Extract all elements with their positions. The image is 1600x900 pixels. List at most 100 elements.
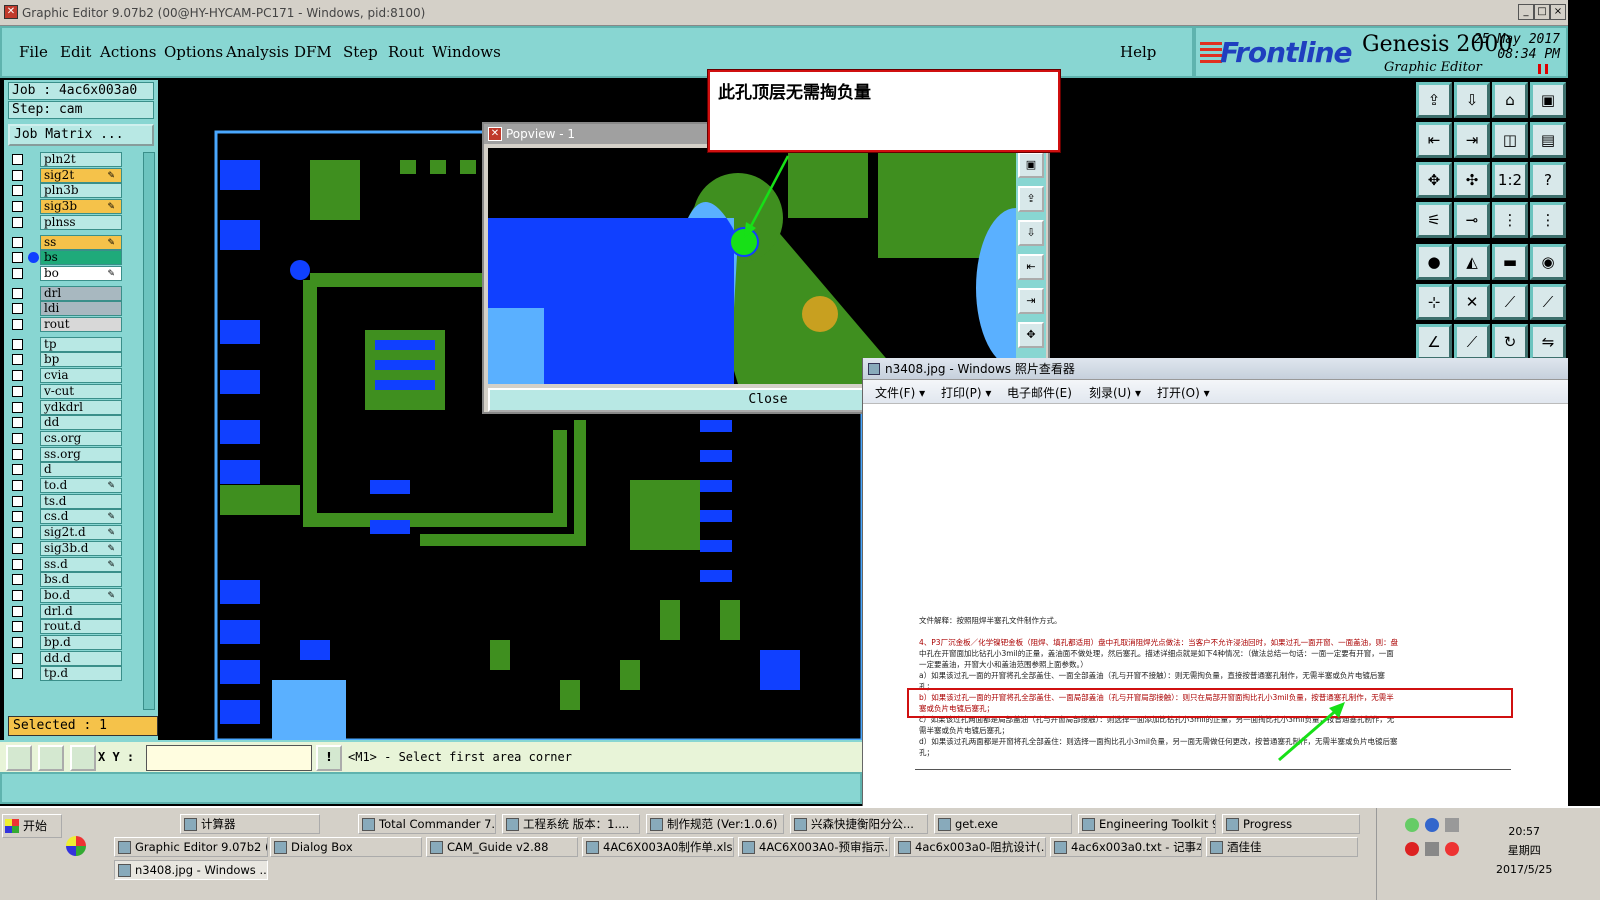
task-jiujiajia[interactable]: 酒佳佳 xyxy=(1206,837,1358,857)
tool-polygon-icon[interactable]: ◭ xyxy=(1454,244,1490,280)
layer-name[interactable]: drl xyxy=(40,285,122,301)
clock[interactable]: 20:57 星期四 2017/5/25 xyxy=(1496,822,1552,879)
close-button[interactable]: × xyxy=(1550,4,1566,20)
layer-checkbox[interactable] xyxy=(12,385,23,397)
layer-name[interactable]: cs.org xyxy=(40,430,122,446)
layer-row[interactable]: pln3b xyxy=(8,183,142,199)
menu-help[interactable]: Help xyxy=(1120,43,1156,61)
layer-checkbox[interactable] xyxy=(12,589,23,601)
tool-import-icon[interactable]: ⇤ xyxy=(1416,122,1452,158)
photo-viewer-titlebar[interactable]: n3408.jpg - Windows 照片查看器 xyxy=(863,358,1568,380)
tool-help-icon[interactable]: ? xyxy=(1530,162,1566,198)
layer-row[interactable]: tp.d xyxy=(8,666,142,682)
tool-home-icon[interactable]: ⌂ xyxy=(1492,82,1528,118)
tool-pad-icon[interactable]: ● xyxy=(1416,244,1452,280)
layer-checkbox[interactable] xyxy=(12,637,23,648)
layer-name[interactable]: bp.d xyxy=(40,635,122,650)
layer-row[interactable]: plnss xyxy=(8,214,142,230)
layer-row[interactable]: bp.d xyxy=(8,635,142,650)
layer-name[interactable]: drl.d xyxy=(40,603,122,619)
layer-name[interactable]: pln2t xyxy=(40,152,122,167)
tool-pan-icon[interactable]: ✣ xyxy=(1454,162,1490,198)
layer-checkbox[interactable] xyxy=(12,338,23,350)
layer-checkbox[interactable] xyxy=(12,169,23,181)
tool-line2-icon[interactable]: ⟋ xyxy=(1530,284,1566,320)
menu-rout[interactable]: Rout xyxy=(388,43,424,61)
layer-row[interactable]: ss ✎ xyxy=(8,234,142,250)
layer-name[interactable]: sig3b.d ✎ xyxy=(40,540,122,556)
layer-row[interactable]: ss.d ✎ xyxy=(8,556,142,572)
menu-edit[interactable]: Edit xyxy=(60,43,91,61)
layer-name[interactable]: ts.d xyxy=(40,493,122,509)
task-calculator[interactable]: 计算器 xyxy=(180,814,320,834)
photo-menu-print[interactable]: 打印(P) ▾ xyxy=(941,384,991,401)
tool-connect-icon[interactable]: ⊹ xyxy=(1416,284,1452,320)
signal-icon[interactable] xyxy=(1445,818,1459,832)
task-engineering-system[interactable]: 工程系统 版本：1.... xyxy=(502,814,640,834)
task-graphic-editor[interactable]: Graphic Editor 9.07b2 (0... xyxy=(114,837,268,857)
layer-name[interactable]: rout xyxy=(40,317,122,332)
task-xingsen[interactable]: 兴森快捷衡阳分公... xyxy=(790,814,928,834)
layer-row[interactable]: pln2t xyxy=(8,152,142,167)
maximize-button[interactable]: □ xyxy=(1534,4,1550,20)
layer-checkbox[interactable] xyxy=(12,417,23,429)
layer-name[interactable]: ss.d ✎ xyxy=(40,556,122,572)
popview-zoom-icon[interactable]: ▣ xyxy=(1018,152,1044,178)
layer-name[interactable]: ss ✎ xyxy=(40,234,122,250)
tool-fit-icon[interactable]: ✥ xyxy=(1416,162,1452,198)
volume-icon[interactable] xyxy=(1425,842,1439,856)
layer-row[interactable]: ts.d xyxy=(8,493,142,509)
layer-checkbox[interactable] xyxy=(12,574,23,586)
layer-name[interactable]: tp xyxy=(40,336,122,352)
layer-name[interactable]: dd xyxy=(40,415,122,431)
task-total-commander[interactable]: Total Commander 7.0... xyxy=(358,814,496,834)
tool-delete-icon[interactable]: ✕ xyxy=(1454,284,1490,320)
tool-select-icon[interactable]: ◉ xyxy=(1530,244,1566,280)
layer-row[interactable]: d xyxy=(8,462,142,478)
layer-list-scrollbar[interactable] xyxy=(143,152,155,710)
photo-menu-file[interactable]: 文件(F) ▾ xyxy=(875,384,925,401)
tool-rotate-icon[interactable]: ↻ xyxy=(1492,324,1528,360)
photo-menu-email[interactable]: 电子邮件(E) xyxy=(1007,384,1072,401)
layer-checkbox[interactable] xyxy=(12,668,23,680)
layer-row[interactable]: sig3b ✎ xyxy=(8,199,142,215)
layer-name[interactable]: rout.d xyxy=(40,619,122,635)
layer-name[interactable]: sig2t ✎ xyxy=(40,167,122,183)
layer-row[interactable]: rout.d xyxy=(8,619,142,635)
layer-checkbox[interactable] xyxy=(12,201,23,213)
layer-name[interactable]: cs.d ✎ xyxy=(40,509,122,525)
layer-row[interactable]: to.d ✎ xyxy=(8,478,142,493)
tool-slash-icon[interactable]: ⟋ xyxy=(1454,324,1490,360)
popview-down-icon[interactable]: ⇩ xyxy=(1018,220,1044,246)
task-notepad[interactable]: 4ac6x003a0.txt - 记事本 xyxy=(1050,837,1202,857)
menu-actions[interactable]: Actions xyxy=(100,43,156,61)
layer-checkbox[interactable] xyxy=(12,216,23,228)
layer-row[interactable]: sig2t.d ✎ xyxy=(8,525,142,541)
layer-name[interactable]: v-cut xyxy=(40,383,122,399)
layer-checkbox[interactable] xyxy=(12,252,23,264)
pause-icon[interactable] xyxy=(1538,64,1548,74)
layer-name[interactable]: dd.d xyxy=(40,650,122,666)
layer-name[interactable]: d xyxy=(40,462,122,478)
task-dialog-box[interactable]: Dialog Box xyxy=(270,837,422,857)
layer-checkbox[interactable] xyxy=(12,605,23,617)
layer-row[interactable]: ldi xyxy=(8,301,142,317)
task-cam-guide[interactable]: CAM_Guide v2.88 xyxy=(426,837,578,857)
tool-scale-1to2-icon[interactable]: 1:2 xyxy=(1492,162,1528,198)
measure-icon[interactable] xyxy=(38,745,64,771)
layer-row[interactable]: dd xyxy=(8,415,142,431)
layer-name[interactable]: bp xyxy=(40,352,122,368)
layer-name[interactable]: plnss xyxy=(40,214,122,230)
layer-row[interactable]: cvia xyxy=(8,368,142,384)
menu-step[interactable]: Step xyxy=(343,43,378,61)
menu-analysis[interactable]: Analysis xyxy=(226,43,289,61)
layer-row[interactable]: cs.d ✎ xyxy=(8,509,142,525)
layer-checkbox[interactable] xyxy=(12,354,23,366)
info-button[interactable]: ! xyxy=(316,745,342,771)
layer-row[interactable]: drl.d xyxy=(8,603,142,619)
layer-checkbox[interactable] xyxy=(12,154,23,165)
menu-file[interactable]: File xyxy=(19,43,48,61)
layer-row[interactable]: ydkdrl xyxy=(8,399,142,415)
layer-row[interactable]: dd.d xyxy=(8,650,142,666)
layer-row[interactable]: bs xyxy=(8,250,142,266)
